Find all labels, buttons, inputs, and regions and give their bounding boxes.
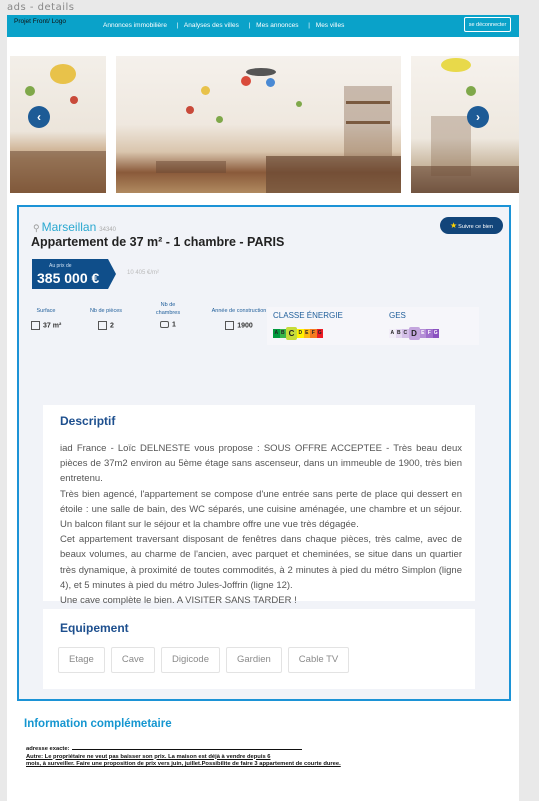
- description-paragraph: Très bien agencé, l'appartement se compo…: [60, 488, 462, 531]
- info-notes: adresse exacte: Autre: Le propriétaire n…: [26, 744, 341, 769]
- energy-class-title: CLASSE ÉNERGIE: [273, 311, 343, 320]
- ges-class-d: D: [408, 327, 420, 340]
- follow-button[interactable]: ★Suivre ce bien: [440, 217, 503, 234]
- nav-link-analyses[interactable]: Analyses des villes: [184, 22, 239, 29]
- feature-value: 2: [110, 322, 114, 330]
- listing-details: ⚲ Marseillan 34340 Appartement de 37 m² - …: [17, 205, 511, 701]
- equipment-card: Equipement Etage Cave Digicode Gardien C…: [43, 609, 475, 689]
- rooms-icon: [98, 321, 108, 330]
- equipment-tag: Cave: [110, 647, 156, 673]
- price-label: Au prix de: [49, 263, 72, 269]
- zip-code: 34340: [99, 227, 116, 233]
- equipment-tags: Etage Cave Digicode Gardien Cable TV: [58, 647, 355, 673]
- description-title: Descriptif: [60, 414, 116, 428]
- logout-button[interactable]: se déconnecter: [464, 17, 511, 32]
- bed-icon: [160, 321, 170, 328]
- description-paragraph: iad France - Loïc DELNESTE vous propose …: [60, 443, 462, 485]
- equipment-tag: Etage: [58, 647, 105, 673]
- surface-icon: [31, 321, 40, 330]
- window-title: ads - details: [7, 2, 75, 13]
- feature-label: Nb de chambres: [155, 302, 181, 316]
- nav-link-mes-villes[interactable]: Mes villes: [316, 22, 345, 29]
- feature-label: Surface: [36, 308, 56, 314]
- feature-bedrooms: Nb de chambres 1: [153, 301, 183, 328]
- nav-separator: |: [248, 22, 251, 29]
- equipment-tag: Gardien: [225, 647, 282, 673]
- feature-year: Année de construction 1900: [203, 307, 275, 330]
- ges-scale: A B C D E F G: [389, 327, 439, 340]
- price-per-m2: 10 405 €/m²: [127, 270, 160, 276]
- calendar-icon: [225, 321, 235, 330]
- info-title: Information complémetaire: [24, 718, 172, 730]
- equipment-tag: Cable TV: [287, 647, 350, 673]
- feature-value: 37 m²: [43, 322, 62, 330]
- description-paragraph: Une cave complète le bien. A VISITER SAN…: [60, 595, 297, 607]
- feature-surface: Surface 37 m²: [31, 307, 61, 330]
- nav-link-mes-annonces[interactable]: Mes annonces: [256, 22, 298, 29]
- nav-links: Annonces immobilière | Analyses des vill…: [103, 22, 348, 29]
- address-label: adresse exacte:: [26, 746, 70, 752]
- nav-separator: |: [308, 22, 310, 29]
- equipment-title: Equipement: [60, 621, 129, 635]
- listing-photo: [411, 56, 519, 193]
- energy-ratings: CLASSE ÉNERGIE A B C D E F G GES A B C D…: [267, 307, 479, 345]
- star-icon: ★: [449, 221, 458, 230]
- description-card: Descriptif iad France - Loïc DELNESTE vo…: [43, 405, 475, 606]
- other-notes-line: mois, à surveiller. Faire une propositio…: [26, 761, 341, 768]
- nav-link-annonces[interactable]: Annonces immobilière: [103, 22, 167, 29]
- ges-class-c: C: [402, 329, 409, 338]
- follow-label: Suivre ce bien: [458, 224, 494, 230]
- listing-title: Appartement de 37 m² - 1 chambre - PARIS: [31, 235, 285, 249]
- map-pin-icon: ⚲: [33, 223, 40, 233]
- description-paragraph: Cet appartement traversant disposant de …: [60, 534, 462, 591]
- location: ⚲ Marseillan 34340: [33, 220, 116, 234]
- feature-label: Nb de pièces: [89, 308, 123, 314]
- listing-photo: [116, 56, 401, 193]
- energy-scale: A B C D E F G: [273, 327, 323, 340]
- description-text: iad France - Loïc DELNESTE vous propose …: [60, 441, 462, 608]
- page: Projet Front/ Logo Annonces immobilière …: [7, 15, 519, 801]
- feature-rooms: Nb de pièces 2: [81, 307, 131, 330]
- feature-value: 1900: [237, 322, 253, 330]
- chevron-right-icon[interactable]: ›: [467, 106, 489, 128]
- photo-carousel[interactable]: ‹ ›: [7, 56, 519, 193]
- city-name: Marseillan: [41, 220, 97, 234]
- price-value: 385 000 €: [37, 270, 100, 286]
- listing-photo: [10, 56, 106, 193]
- ges-class-g: G: [432, 329, 439, 338]
- equipment-tag: Digicode: [161, 647, 220, 673]
- other-notes-line: Autre: Le propriétaire ne veut pas baiss…: [26, 753, 271, 760]
- energy-class-c: C: [286, 327, 297, 340]
- top-navbar: Projet Front/ Logo Annonces immobilière …: [7, 15, 519, 37]
- address-field[interactable]: [71, 744, 302, 750]
- chevron-left-icon[interactable]: ‹: [28, 106, 50, 128]
- feature-value: 1: [172, 321, 176, 329]
- logo[interactable]: Projet Front/ Logo: [14, 18, 74, 25]
- price-badge: Au prix de 385 000 €: [32, 259, 116, 289]
- nav-separator: |: [176, 22, 179, 29]
- ges-title: GES: [389, 311, 406, 320]
- feature-label: Année de construction: [211, 308, 267, 314]
- energy-class-g: G: [316, 329, 323, 338]
